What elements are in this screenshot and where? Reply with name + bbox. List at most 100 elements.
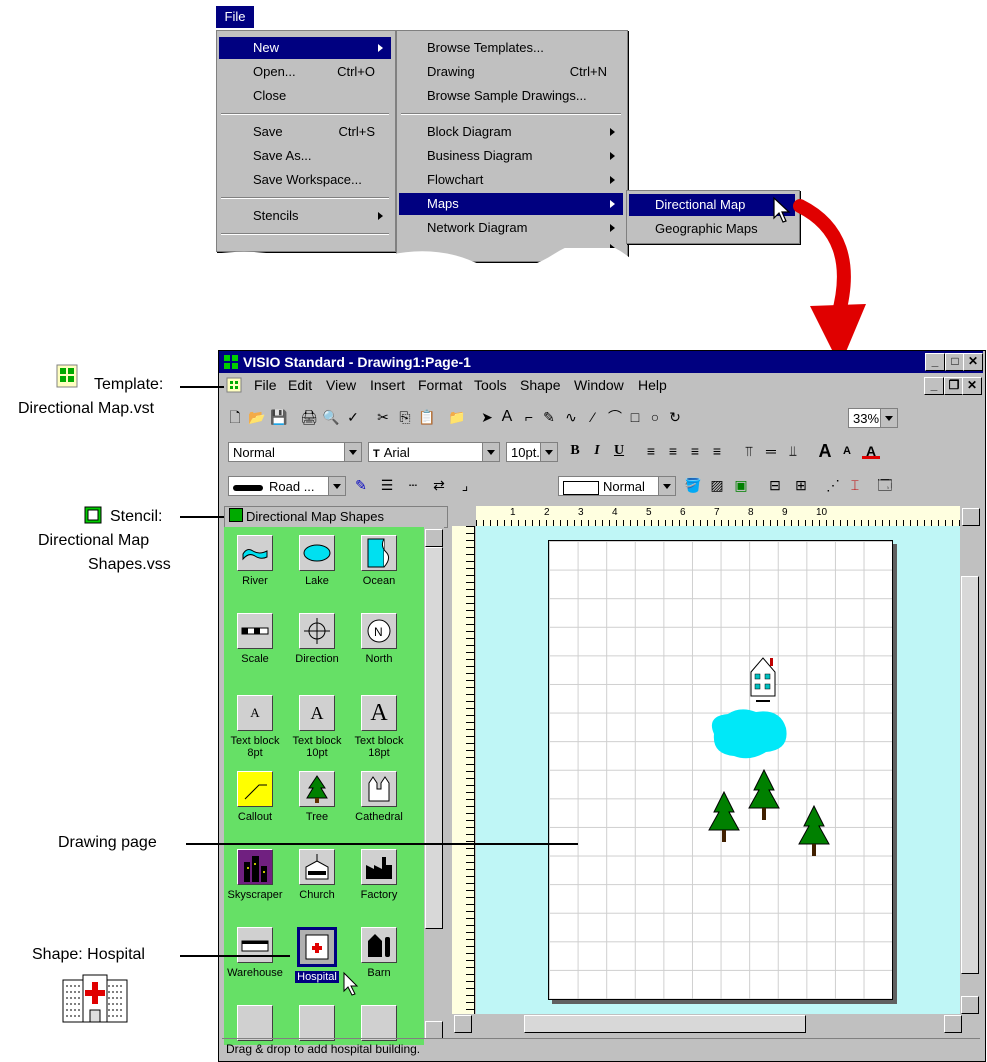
file-menu-item-open[interactable]: Open... Ctrl+O <box>219 61 391 83</box>
arc-tool-icon[interactable]: ⌒ <box>606 408 624 426</box>
menu-edit[interactable]: Edit <box>288 375 312 395</box>
stencil-scroll-up-button[interactable] <box>425 529 443 547</box>
layer-icon[interactable]: ⌶ <box>846 476 864 494</box>
rectangle-tool-icon[interactable]: □ <box>626 408 644 426</box>
new-menu-item-drawing[interactable]: Drawing Ctrl+N <box>399 61 623 83</box>
new-menu-item-flowchart[interactable]: Flowchart <box>399 169 623 191</box>
decrease-font-icon[interactable]: A <box>838 442 856 460</box>
text-tool-icon[interactable]: A <box>498 408 516 426</box>
canvas-vscroll-thumb[interactable] <box>961 576 979 974</box>
file-menu-title[interactable]: File <box>216 6 254 28</box>
new-menu-item-block-diagram[interactable]: Block Diagram <box>399 121 623 143</box>
file-menu-item-new[interactable]: New <box>219 37 391 59</box>
line-ends-icon[interactable]: ⇄ <box>430 476 448 494</box>
minimize-button[interactable]: _ <box>925 353 945 371</box>
bold-icon[interactable]: B <box>566 442 584 460</box>
menu-view[interactable]: View <box>326 375 356 395</box>
menu-window[interactable]: Window <box>574 375 624 395</box>
maps-menu-item-directional-map[interactable]: Directional Map <box>629 194 795 216</box>
paste-icon[interactable]: 📋 <box>418 408 436 426</box>
canvas-vertical-scrollbar[interactable] <box>960 526 980 1014</box>
new-menu-item-browse-templates[interactable]: Browse Templates... <box>399 37 623 59</box>
stencil-scrollbar[interactable] <box>424 527 444 1045</box>
stencil-shape-factory[interactable]: Factory <box>348 849 410 901</box>
line-style-combo[interactable]: Road ... <box>228 476 346 496</box>
font-color-icon[interactable]: A <box>862 442 880 459</box>
line-pattern-icon[interactable]: ┄ <box>404 476 422 494</box>
fill-color-icon[interactable]: 🪣 <box>684 476 702 494</box>
tree-shape[interactable] <box>706 790 742 846</box>
rotation-tool-icon[interactable]: ↻ <box>666 408 684 426</box>
align-center-icon[interactable]: ≡ <box>664 442 682 460</box>
hscroll-top-right-button[interactable] <box>962 508 980 526</box>
pointer-tool-icon[interactable]: ➤ <box>478 408 496 426</box>
menu-file[interactable]: File <box>254 375 277 395</box>
corner-rounding-icon[interactable]: ⌟ <box>456 476 474 494</box>
menu-insert[interactable]: Insert <box>370 375 405 395</box>
print-preview-icon[interactable]: 🔍 <box>322 408 340 426</box>
doc-icon[interactable] <box>226 377 242 393</box>
menu-help[interactable]: Help <box>638 375 667 395</box>
doc-close-button[interactable]: ✕ <box>962 377 982 395</box>
zoom-combo[interactable]: 33% <box>848 408 898 428</box>
tree-shape[interactable] <box>796 804 832 860</box>
stencil-title-bar[interactable]: Directional Map Shapes <box>224 506 448 528</box>
freeform-tool-icon[interactable]: ∿ <box>562 408 580 426</box>
align-shapes-icon[interactable]: ⊟ <box>766 476 784 494</box>
new-menu-item-network-diagram[interactable]: Network Diagram <box>399 217 623 239</box>
align-left-icon[interactable]: ≡ <box>642 442 660 460</box>
close-button[interactable]: ✕ <box>963 353 983 371</box>
group-icon[interactable]: ⋰ <box>824 476 842 494</box>
underline-icon[interactable]: U <box>610 442 628 460</box>
new-icon[interactable]: 🗋 <box>226 408 244 426</box>
align-right-icon[interactable]: ≡ <box>686 442 704 460</box>
doc-restore-button[interactable]: ❐ <box>944 377 964 395</box>
stencil-shape-direction[interactable]: Direction <box>286 613 348 665</box>
properties-icon[interactable]: 🗔 <box>876 476 894 494</box>
stencil-shape-north[interactable]: N North <box>348 613 410 665</box>
ellipse-tool-icon[interactable]: ○ <box>646 408 664 426</box>
file-menu-item-close[interactable]: Close <box>219 85 391 107</box>
menu-shape[interactable]: Shape <box>520 375 560 395</box>
spelling-icon[interactable]: ✓ <box>344 408 362 426</box>
align-top-icon[interactable]: ⫪ <box>740 442 758 460</box>
shadow-color-icon[interactable]: ▣ <box>732 476 750 494</box>
stencil-shape-cathedral[interactable]: Cathedral <box>348 771 410 823</box>
new-menu-item-business-diagram[interactable]: Business Diagram <box>399 145 623 167</box>
style-combo[interactable]: Normal <box>228 442 362 462</box>
new-menu-item-maps[interactable]: Maps <box>399 193 623 215</box>
maximize-button[interactable]: □ <box>945 353 965 371</box>
line-color-icon[interactable]: ✎ <box>352 476 370 494</box>
cut-icon[interactable]: ✂ <box>374 408 392 426</box>
justify-icon[interactable]: ≡ <box>708 442 726 460</box>
stencil-shape-river[interactable]: River <box>224 535 286 587</box>
distribute-icon[interactable]: ⊞ <box>792 476 810 494</box>
canvas-scroll-right-button[interactable] <box>944 1015 962 1033</box>
stencil-shape-text-block-10pt[interactable]: A Text block 10pt <box>286 695 348 759</box>
maps-menu-item-geographic-maps[interactable]: Geographic Maps <box>629 218 795 240</box>
file-menu-item-save-as[interactable]: Save As... <box>219 145 391 167</box>
font-combo[interactable]: T Arial <box>368 442 500 462</box>
file-menu-item-stencils[interactable]: Stencils <box>219 205 391 227</box>
stencil-shape-ocean[interactable]: Ocean <box>348 535 410 587</box>
stencil-shape-callout[interactable]: Callout <box>224 771 286 823</box>
stencil-scroll-down-button[interactable] <box>425 1021 443 1039</box>
align-bottom-icon[interactable]: ⫫ <box>784 442 802 460</box>
house-shape[interactable] <box>748 654 778 704</box>
stencil-shape-text-block-18pt[interactable]: A Text block 18pt <box>348 695 410 759</box>
connector-tool-icon[interactable]: ⌐ <box>520 408 538 426</box>
italic-icon[interactable]: I <box>588 442 606 460</box>
stencil-shape-lake[interactable]: Lake <box>286 535 348 587</box>
new-menu-item-browse-samples[interactable]: Browse Sample Drawings... <box>399 85 623 107</box>
doc-minimize-button[interactable]: _ <box>924 377 944 395</box>
fill-style-combo[interactable]: Normal <box>558 476 676 496</box>
stencil-scroll-thumb[interactable] <box>425 547 443 929</box>
line-weight-icon[interactable]: ☰ <box>378 476 396 494</box>
copy-icon[interactable]: ⎘ <box>396 408 414 426</box>
canvas-horizontal-scrollbar[interactable] <box>452 1014 980 1034</box>
pencil-tool-icon[interactable]: ✎ <box>540 408 558 426</box>
menu-format[interactable]: Format <box>418 375 462 395</box>
canvas-scroll-left-button[interactable] <box>454 1015 472 1033</box>
stencil-shape-hospital[interactable]: Hospital <box>286 927 348 983</box>
stencil-shape-scale[interactable]: Scale <box>224 613 286 665</box>
